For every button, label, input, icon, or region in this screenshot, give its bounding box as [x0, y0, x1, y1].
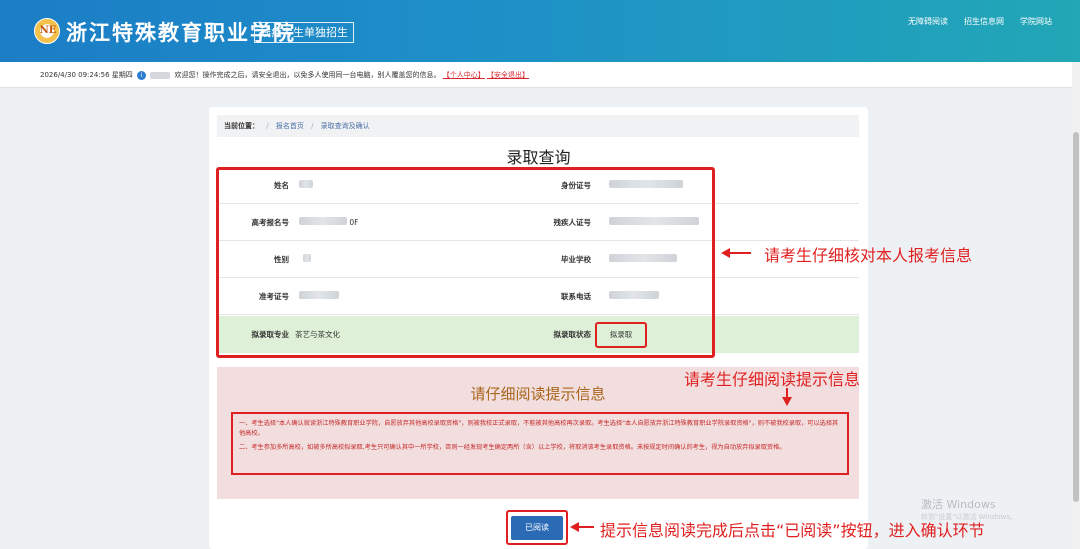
welcome-message: 欢迎您！操作完成之后，请安全退出，以免多人使用同一台电脑，别人覆盖您的信息。: [174, 71, 441, 79]
breadcrumb: 当前位置： / 报名首页 / 录取查询及确认: [217, 115, 859, 137]
enrollment-subtitle: 残疾考生单独招生: [254, 22, 354, 43]
school-logo-icon: NE: [34, 18, 60, 44]
logout-link[interactable]: 【安全退出】: [487, 71, 529, 79]
nav-college-site[interactable]: 学院网站: [1020, 16, 1052, 27]
scrollbar[interactable]: [1072, 62, 1080, 549]
info-icon: i: [137, 70, 147, 80]
notice-paragraph-2: 二、考生参加多所高校，如被多所高校拟录取,考生只可确认其中一所学校，否则一经发现…: [239, 444, 786, 451]
site-header: NE 浙江特殊教育职业学院 残疾考生单独招生 无障碍阅读 招生信息网 学院网站: [0, 0, 1080, 62]
nav-admissions-site[interactable]: 招生信息网: [964, 16, 1004, 27]
page-title: 录取查询: [506, 148, 571, 167]
annotation-read-notice: 请考生仔细阅读提示信息: [684, 370, 861, 389]
breadcrumb-home[interactable]: 报名首页: [276, 122, 304, 130]
breadcrumb-current[interactable]: 录取查询及确认: [321, 122, 370, 130]
scroll-thumb[interactable]: [1073, 132, 1079, 502]
user-info-bar: 2026/4/30 09:24:56 星期四 i 欢迎您！操作完成之后，请安全退…: [0, 62, 1080, 88]
notice-body: 一、考生选择"本人确认就读浙江特殊教育职业学院，自愿放弃其他高校录取资格"，则被…: [231, 412, 849, 475]
read-button[interactable]: 已阅读: [511, 516, 563, 540]
username-redacted: [150, 71, 171, 79]
breadcrumb-label: 当前位置：: [224, 122, 259, 130]
windows-watermark-sub: 转到"设置"以激活 Windows。: [921, 513, 1017, 521]
notice-paragraph-1: 一、考生选择"本人确认就读浙江特殊教育职业学院，自愿放弃其他高校录取资格"，则被…: [239, 420, 839, 437]
datetime-text: 2026/4/30 09:24:56 星期四: [40, 71, 133, 79]
nav-accessible-reading[interactable]: 无障碍阅读: [908, 16, 948, 27]
top-nav: 无障碍阅读 招生信息网 学院网站: [908, 16, 1052, 27]
info-table-highlight: [216, 167, 715, 358]
personal-center-link[interactable]: 【个人中心】: [443, 71, 485, 79]
windows-watermark: 激活 Windows: [921, 498, 996, 511]
annotation-check-info: 请考生仔细核对本人报考信息: [764, 246, 973, 265]
arrow-line: [578, 526, 594, 528]
arrow-down-icon: [782, 397, 792, 406]
arrow-line: [729, 252, 751, 254]
